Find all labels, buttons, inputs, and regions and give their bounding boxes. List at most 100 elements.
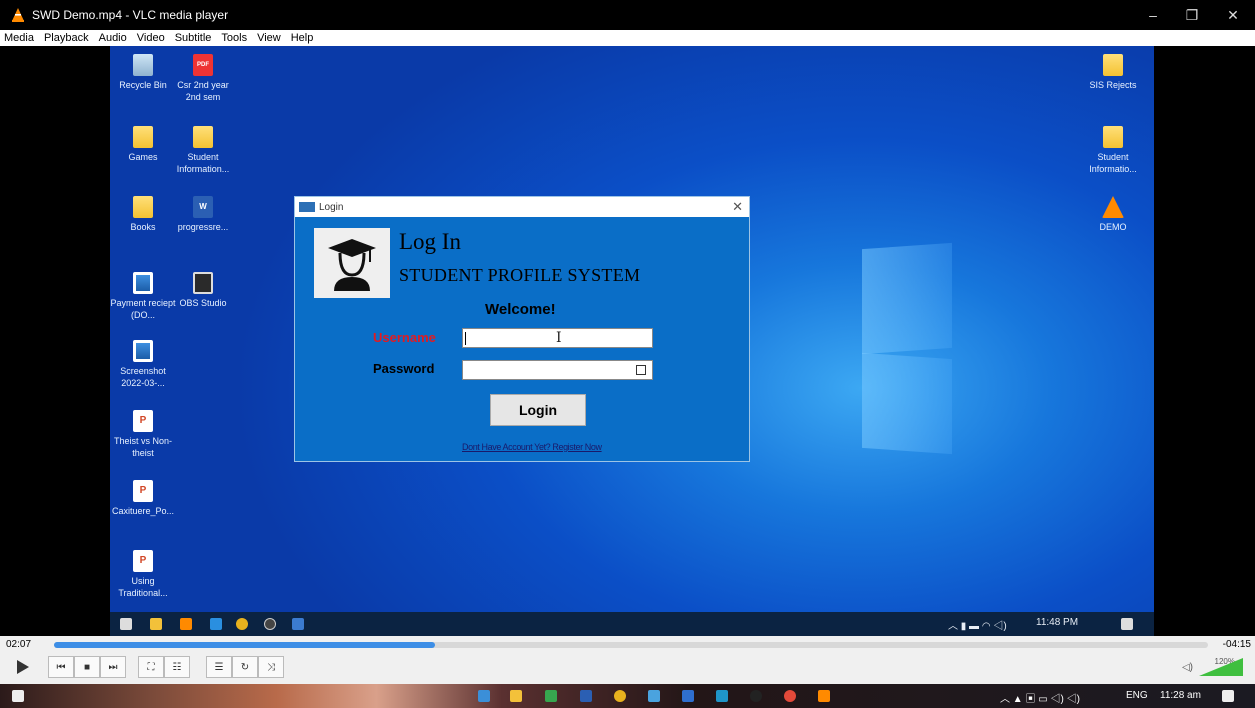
menu-bar: Media Playback Audio Video Subtitle Tool… xyxy=(0,30,1255,46)
elapsed-time: 02:07 xyxy=(6,639,32,650)
seek-progress xyxy=(54,642,435,648)
welcome-text: Welcome! xyxy=(485,301,556,318)
menu-audio[interactable]: Audio xyxy=(94,32,132,44)
login-close-button[interactable]: ✕ xyxy=(732,199,743,215)
notification-icon xyxy=(1121,618,1133,630)
volume-slider[interactable] xyxy=(1199,658,1243,676)
window-title: SWD Demo.mp4 - VLC media player xyxy=(32,8,229,22)
playlist-icon: ☰ xyxy=(214,661,224,673)
clock[interactable]: 11:28 am xyxy=(1160,690,1201,701)
desktop-icon-screenshot[interactable]: Screenshot 2022-03-... xyxy=(110,340,176,389)
desktop-icon-pdf[interactable]: PDF Csr 2nd year 2nd sem xyxy=(170,54,236,103)
menu-playback[interactable]: Playback xyxy=(39,32,94,44)
taskbar-app-icon[interactable] xyxy=(682,690,694,702)
desktop-icon-sis-rejects[interactable]: SIS Rejects xyxy=(1080,54,1146,91)
desktop-icon-recycle-bin[interactable]: Recycle Bin xyxy=(110,54,176,91)
extended-settings-button[interactable]: ☷ xyxy=(164,656,190,678)
loop-button[interactable]: ↻ xyxy=(232,656,258,678)
taskbar-app-icon[interactable] xyxy=(545,690,557,702)
login-button[interactable]: Login xyxy=(490,394,586,426)
obs-studio-icon xyxy=(193,272,213,294)
shuffle-icon: ⤨ xyxy=(267,661,275,673)
login-titlebar: Login ✕ xyxy=(295,197,749,217)
system-tray-icons: ︿ ▮ ▬ ◠ ◁) xyxy=(948,621,1007,632)
desktop-icon-student-information[interactable]: Student Information... xyxy=(170,126,236,175)
vlc-cone-icon xyxy=(180,618,192,630)
login-window-title: Login xyxy=(319,201,344,213)
menu-view[interactable]: View xyxy=(252,32,286,44)
menu-subtitle[interactable]: Subtitle xyxy=(170,32,217,44)
loop-icon: ↻ xyxy=(240,661,250,673)
taskbar-app-icon[interactable] xyxy=(648,690,660,702)
file-explorer-icon[interactable] xyxy=(510,690,522,702)
desktop-icon-obs-studio[interactable]: OBS Studio xyxy=(170,272,236,309)
play-button[interactable] xyxy=(10,656,36,678)
username-input[interactable]: I xyxy=(462,328,653,348)
word-icon[interactable] xyxy=(580,690,592,702)
desktop-icon-theist[interactable]: P Theist vs Non-theist xyxy=(110,410,176,459)
desktop-icon-using-traditional[interactable]: P Using Traditional... xyxy=(110,550,176,599)
menu-tools[interactable]: Tools xyxy=(216,32,252,44)
desktop-icon-books[interactable]: Books xyxy=(110,196,176,233)
desktop-icon-student-informatio[interactable]: Student Informatio... xyxy=(1080,126,1146,175)
taskbar-app-icon[interactable] xyxy=(716,690,728,702)
shuffle-button[interactable]: ⤨ xyxy=(258,656,284,678)
show-password-checkbox[interactable] xyxy=(636,365,646,375)
language-indicator[interactable]: ENG xyxy=(1126,690,1148,701)
stop-button[interactable]: ■ xyxy=(74,656,100,678)
windows-start-icon[interactable] xyxy=(12,690,24,702)
desktop-icon-payment-reciept[interactable]: Payment reciept (DO... xyxy=(110,272,176,321)
vlc-cone-icon[interactable] xyxy=(818,690,830,702)
minimize-button[interactable]: – xyxy=(1133,0,1173,30)
desktop-icon-demo[interactable]: DEMO xyxy=(1080,196,1146,233)
folder-icon xyxy=(133,126,153,148)
restore-button[interactable]: ❐ xyxy=(1172,0,1212,30)
app-window-icon xyxy=(292,618,304,630)
username-label: Username xyxy=(373,330,436,345)
image-file-icon xyxy=(133,340,153,362)
powerpoint-file-icon: P xyxy=(133,550,153,572)
video-area[interactable]: Recycle Bin PDF Csr 2nd year 2nd sem Gam… xyxy=(0,46,1255,636)
menu-help[interactable]: Help xyxy=(286,32,319,44)
vlc-cone-icon xyxy=(1102,196,1124,218)
seek-bar[interactable] xyxy=(54,642,1208,648)
file-explorer-icon xyxy=(150,618,162,630)
host-taskbar: ︿ ▲ ▣ ▭ ◁) ◁) ENG 11:28 am xyxy=(0,684,1255,708)
notification-icon[interactable] xyxy=(1222,690,1234,702)
menu-media[interactable]: Media xyxy=(0,32,39,44)
chrome-icon[interactable] xyxy=(614,690,626,702)
menu-video[interactable]: Video xyxy=(132,32,170,44)
wallpaper-beam xyxy=(862,242,952,355)
vlc-cone-icon xyxy=(12,8,24,22)
close-button[interactable]: ✕ xyxy=(1213,0,1253,30)
speaker-icon[interactable]: ◁) xyxy=(1182,662,1193,673)
register-link[interactable]: Dont Have Account Yet? Register Now xyxy=(462,442,602,452)
playlist-button[interactable]: ☰ xyxy=(206,656,232,678)
password-input[interactable] xyxy=(462,360,653,380)
fullscreen-button[interactable]: ⛶ xyxy=(138,656,164,678)
powerpoint-file-icon: P xyxy=(133,410,153,432)
folder-icon xyxy=(1103,54,1123,76)
system-tray-icons: ︿ ▲ ▣ ▭ ◁) ◁) xyxy=(1000,694,1080,705)
app-window-icon xyxy=(299,202,315,212)
taskbar-app-icon[interactable] xyxy=(750,690,762,702)
recycle-bin-icon xyxy=(133,54,153,76)
desktop-icon-progressre[interactable]: W progressre... xyxy=(170,196,236,233)
windows-start-icon xyxy=(120,618,132,630)
play-icon xyxy=(17,660,29,674)
recorded-clock: 11:48 PM xyxy=(1036,617,1079,628)
previous-button[interactable]: ⏮ xyxy=(48,656,74,678)
taskbar-app-icon[interactable] xyxy=(478,690,490,702)
login-heading: Log In xyxy=(399,229,461,254)
pdf-file-icon: PDF xyxy=(193,54,213,76)
image-file-icon xyxy=(133,272,153,294)
skip-back-icon: ⏮ xyxy=(56,661,66,673)
powerpoint-file-icon: P xyxy=(133,480,153,502)
ibeam-cursor-icon: I xyxy=(556,330,562,346)
next-button[interactable]: ⏭ xyxy=(100,656,126,678)
chrome-icon[interactable] xyxy=(784,690,796,702)
zip-folder-icon xyxy=(193,126,213,148)
desktop-icon-caxituere[interactable]: P Caxituere_Po... xyxy=(110,480,176,517)
word-document-icon: W xyxy=(193,196,213,218)
desktop-icon-games[interactable]: Games xyxy=(110,126,176,163)
